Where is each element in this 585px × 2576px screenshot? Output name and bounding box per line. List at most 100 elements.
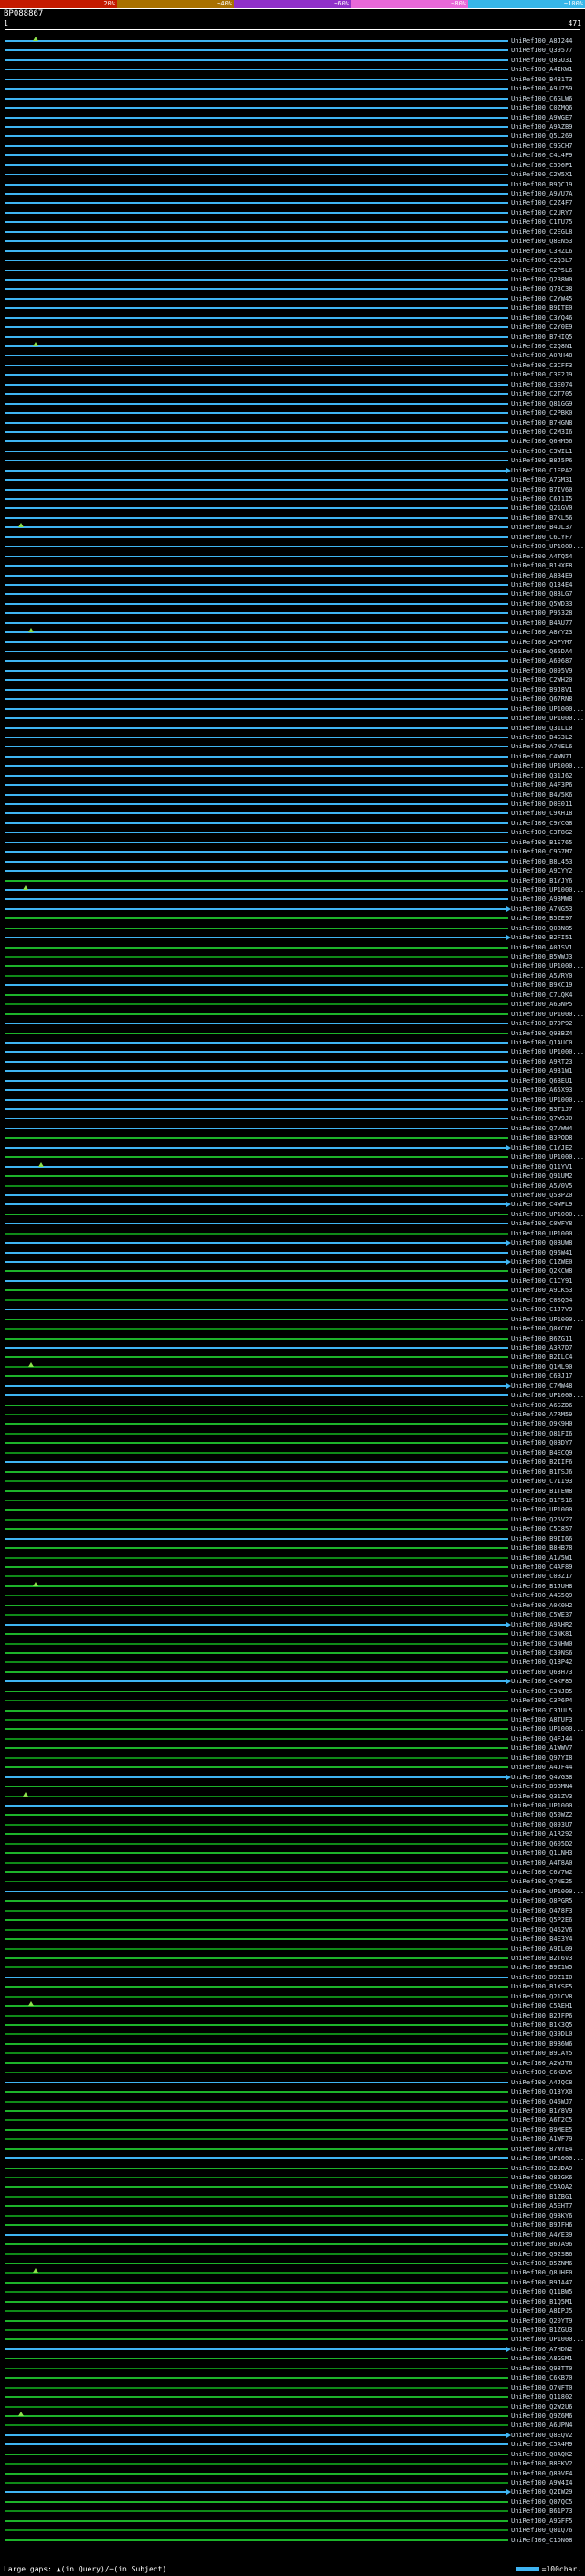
hit-alignment-line[interactable]	[5, 40, 508, 42]
hit-alignment-line[interactable]	[5, 1156, 508, 1159]
hit-alignment-line[interactable]	[5, 49, 508, 52]
hit-label[interactable]: UniRef100_C9G7M7	[511, 848, 572, 856]
hit-alignment-line[interactable]	[5, 1690, 508, 1692]
hit-label[interactable]: UniRef100_C6V7W2	[511, 1869, 572, 1877]
hit-label[interactable]: UniRef100_B1K3Q5	[511, 2021, 572, 2030]
hit-alignment-line[interactable]	[5, 460, 508, 462]
hit-label[interactable]: UniRef100_C9GCH7	[511, 143, 572, 151]
hit-alignment-line[interactable]	[5, 698, 508, 701]
hit-alignment-line[interactable]	[5, 2233, 508, 2236]
hit-alignment-line[interactable]	[5, 1709, 508, 1712]
hit-alignment-line[interactable]	[5, 2291, 508, 2294]
hit-alignment-line[interactable]	[5, 984, 508, 987]
hit-alignment-line[interactable]	[5, 993, 508, 996]
hit-alignment-line[interactable]	[5, 2500, 508, 2503]
hit-label[interactable]: UniRef100_B1YJY6	[511, 877, 572, 885]
hit-alignment-line[interactable]	[5, 1394, 508, 1397]
hit-alignment-line[interactable]	[5, 1365, 508, 1368]
hit-alignment-line[interactable]	[5, 651, 508, 652]
hit-label[interactable]: UniRef100_Q73C38	[511, 285, 572, 293]
hit-alignment-line[interactable]	[5, 1776, 508, 1778]
hit-label[interactable]: UniRef100_B9J8V1	[511, 686, 572, 694]
hit-label[interactable]: UniRef100_A9AZB9	[511, 123, 572, 132]
hit-alignment-line[interactable]	[5, 1642, 508, 1645]
hit-alignment-line[interactable]	[5, 1203, 508, 1206]
hit-alignment-line[interactable]	[5, 535, 508, 538]
hit-alignment-line[interactable]	[5, 1442, 508, 1445]
hit-label[interactable]: UniRef100_C2M3I6	[511, 429, 572, 437]
hit-alignment-line[interactable]	[5, 1165, 508, 1168]
hit-alignment-line[interactable]	[5, 1223, 508, 1225]
hit-alignment-line[interactable]	[5, 2167, 508, 2169]
hit-alignment-line[interactable]	[5, 1833, 508, 1836]
hit-alignment-line[interactable]	[5, 58, 508, 61]
hit-label[interactable]: UniRef100_C6GLW6	[511, 95, 572, 103]
hit-label[interactable]: UniRef100_Q6BEU1	[511, 1077, 572, 1086]
hit-label[interactable]: UniRef100_C1DN08	[511, 2537, 572, 2545]
hit-label[interactable]: UniRef100_B8EKV2	[511, 2460, 572, 2468]
hit-alignment-line[interactable]	[5, 621, 508, 624]
hit-alignment-line[interactable]	[5, 297, 508, 300]
hit-alignment-line[interactable]	[5, 1337, 508, 1340]
hit-alignment-line[interactable]	[5, 364, 508, 366]
hit-label[interactable]: UniRef100_A7RM59	[511, 1411, 572, 1419]
hit-label[interactable]: UniRef100_B9JFH6	[511, 2221, 572, 2230]
hit-label[interactable]: UniRef100_Q1ML90	[511, 1363, 572, 1372]
hit-label[interactable]: UniRef100_A9W4I4	[511, 2479, 572, 2487]
hit-label[interactable]: UniRef100_B9Z1I0	[511, 1974, 572, 1982]
hit-label[interactable]: UniRef100_Q31J62	[511, 772, 572, 780]
hit-label[interactable]: UniRef100_B1S765	[511, 839, 572, 847]
hit-alignment-line[interactable]	[5, 335, 508, 338]
hit-alignment-line[interactable]	[5, 2491, 508, 2494]
hit-alignment-line[interactable]	[5, 1184, 508, 1187]
hit-label[interactable]: UniRef100_C2Z4F7	[511, 199, 572, 207]
hit-alignment-line[interactable]	[5, 1651, 508, 1654]
hit-alignment-line[interactable]	[5, 898, 508, 901]
hit-alignment-line[interactable]	[5, 1909, 508, 1912]
hit-alignment-line[interactable]	[5, 2539, 508, 2541]
hit-label[interactable]: UniRef100_B2FI51	[511, 934, 572, 942]
hit-label[interactable]: UniRef100_A9U759	[511, 85, 572, 93]
hit-label[interactable]: UniRef100_C39NS6	[511, 1649, 572, 1658]
hit-alignment-line[interactable]	[5, 1518, 508, 1521]
hit-label[interactable]: UniRef100_B5ZE97	[511, 915, 572, 923]
hit-label[interactable]: UniRef100_A3R7D7	[511, 1344, 572, 1352]
hit-alignment-line[interactable]	[5, 1137, 508, 1140]
hit-alignment-line[interactable]	[5, 2005, 508, 2008]
hit-alignment-line[interactable]	[5, 602, 508, 605]
hit-label[interactable]: UniRef100_C2URY7	[511, 209, 572, 217]
hit-alignment-line[interactable]	[5, 450, 508, 452]
hit-alignment-line[interactable]	[5, 1279, 508, 1282]
hit-label[interactable]: UniRef100_C2PBK0	[511, 409, 572, 418]
hit-label[interactable]: UniRef100_A9CK53	[511, 1287, 572, 1295]
hit-label[interactable]: UniRef100_B2UDA9	[511, 2165, 572, 2173]
hit-alignment-line[interactable]	[5, 1213, 508, 1215]
hit-label[interactable]: UniRef100_C6BJ17	[511, 1373, 572, 1381]
hit-alignment-line[interactable]	[5, 1595, 508, 1597]
hit-label[interactable]: UniRef100_B9B6W6	[511, 2041, 572, 2049]
hit-label[interactable]: UniRef100_C5WE37	[511, 1611, 572, 1619]
hit-alignment-line[interactable]	[5, 221, 508, 224]
hit-label[interactable]: UniRef100_UP1000...	[511, 886, 584, 895]
hit-label[interactable]: UniRef100_B7HIQ5	[511, 334, 572, 342]
hit-label[interactable]: UniRef100_Q9Z6M6	[511, 2412, 572, 2421]
hit-label[interactable]: UniRef100_A9RT23	[511, 1058, 572, 1066]
hit-alignment-line[interactable]	[5, 412, 508, 415]
hit-alignment-line[interactable]	[5, 765, 508, 768]
hit-label[interactable]: UniRef100_Q92SB6	[511, 2251, 572, 2259]
hit-label[interactable]: UniRef100_Q39DL0	[511, 2030, 572, 2039]
hit-label[interactable]: UniRef100_Q39577	[511, 47, 572, 55]
hit-alignment-line[interactable]	[5, 2081, 508, 2083]
hit-alignment-line[interactable]	[5, 1976, 508, 1978]
hit-label[interactable]: UniRef100_Q98KY6	[511, 2212, 572, 2221]
hit-label[interactable]: UniRef100_Q63H73	[511, 1669, 572, 1677]
hit-label[interactable]: UniRef100_Q8EQV2	[511, 2432, 572, 2440]
hit-label[interactable]: UniRef100_B1XSE5	[511, 1983, 572, 1991]
hit-label[interactable]: UniRef100_C5C857	[511, 1525, 572, 1533]
hit-alignment-line[interactable]	[5, 374, 508, 376]
hit-label[interactable]: UniRef100_A8TUF3	[511, 1716, 572, 1724]
hit-label[interactable]: UniRef100_Q81GG9	[511, 400, 572, 408]
hit-label[interactable]: UniRef100_Q093U7	[511, 1821, 572, 1829]
hit-alignment-line[interactable]	[5, 593, 508, 596]
hit-alignment-line[interactable]	[5, 832, 508, 834]
